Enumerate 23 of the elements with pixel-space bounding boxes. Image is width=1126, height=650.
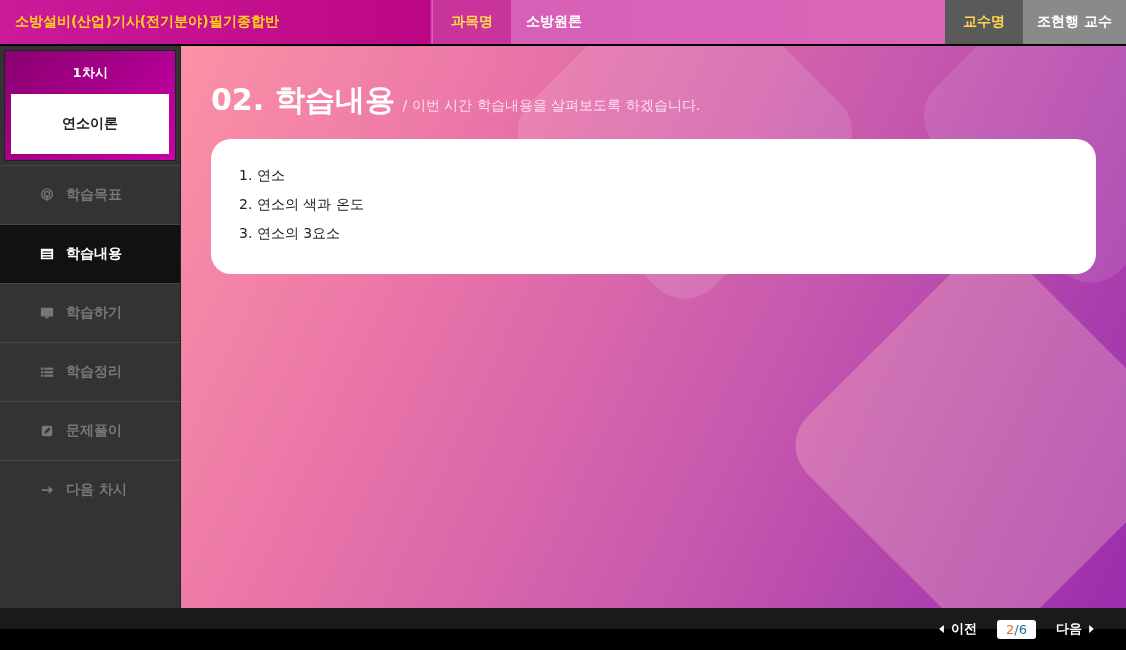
professor-label: 교수명 <box>945 0 1024 44</box>
pencil-icon <box>40 424 54 438</box>
content-item: 1. 연소 <box>239 167 286 185</box>
course-title: 소방설비(산업)기사(전기분야)필기종합반 <box>14 12 280 31</box>
subject-label: 과목명 <box>433 0 511 44</box>
bullet-list-icon <box>40 365 54 379</box>
monitor-icon <box>40 306 54 320</box>
caret-left-icon <box>939 625 945 633</box>
list-window-icon <box>40 247 54 261</box>
next-button[interactable]: 다음 <box>1050 619 1100 639</box>
content-item: 2. 연소의 색과 온도 <box>239 196 365 214</box>
sidebar-item[interactable]: 학습내용 <box>0 224 180 283</box>
caret-right-icon <box>1089 625 1094 633</box>
page-subheading: / 이번 시간 학습내용을 살펴보도록 하겠습니다. <box>402 97 700 115</box>
lesson-title: 연소이론 <box>11 94 169 154</box>
content-item: 3. 연소의 3요소 <box>239 225 342 243</box>
page-indicator: 2/6 <box>997 619 1036 639</box>
subject-name: 소방원론 <box>525 12 583 31</box>
session-number: 1차시 <box>71 64 109 82</box>
target-icon <box>40 188 54 202</box>
professor-name: 조현행 교수 <box>1023 0 1126 44</box>
previous-button[interactable]: 이전 <box>933 619 984 639</box>
page-heading: 02. 학습내용 <box>211 81 395 119</box>
